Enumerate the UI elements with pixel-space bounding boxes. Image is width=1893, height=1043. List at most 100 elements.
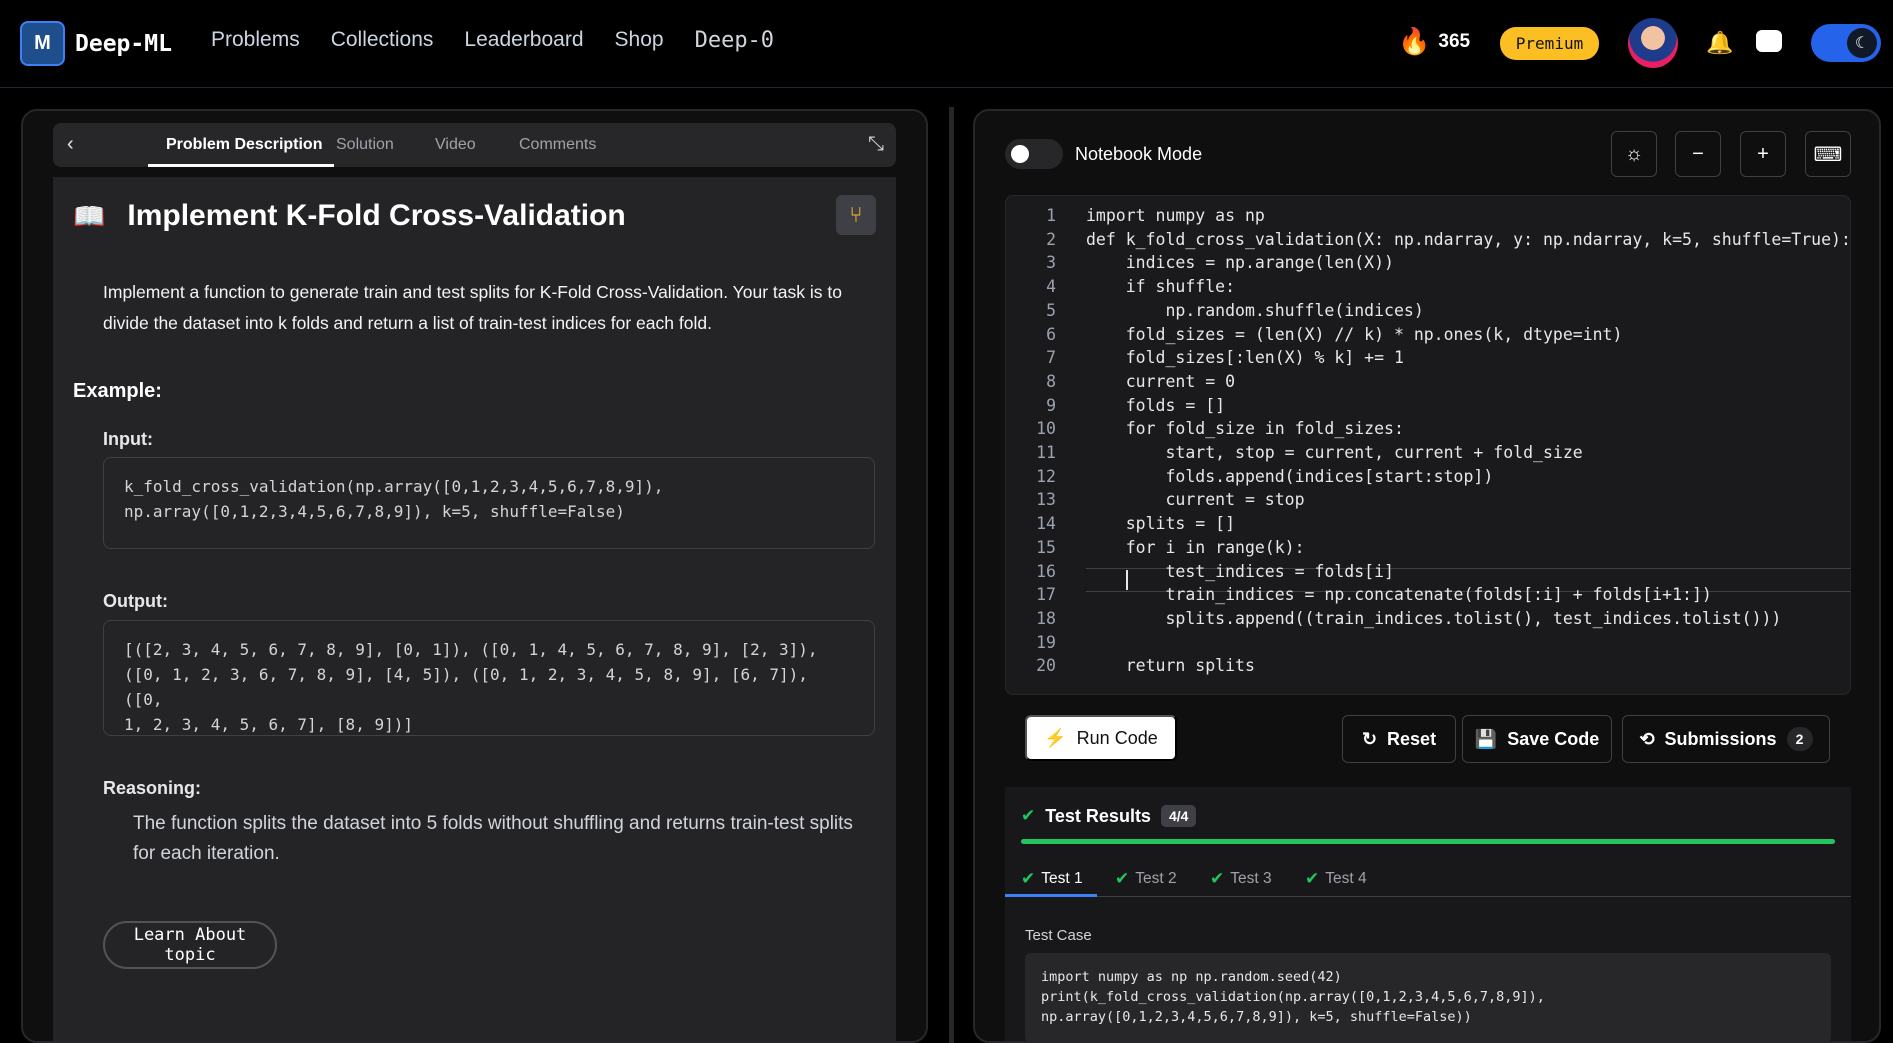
line-number: 15 (1036, 537, 1056, 557)
code-text: return splits (1086, 656, 1255, 676)
run-code-button[interactable]: ⚡ Run Code (1025, 715, 1177, 761)
nav-links: Problems Collections Leaderboard Shop De… (211, 28, 805, 53)
code-line: 11 start, stop = current, current + fold… (1006, 441, 1850, 465)
code-line: 9 folds = [] (1006, 394, 1850, 418)
keyboard-icon[interactable]: ⌨ (1805, 131, 1851, 177)
line-number: 14 (1036, 514, 1056, 534)
code-line: 17 train_indices = np.concatenate(folds[… (1006, 583, 1850, 607)
test-progress-bar (1021, 839, 1835, 844)
line-number: 8 (1046, 371, 1056, 391)
code-line: 13 current = stop (1006, 488, 1850, 512)
line-number: 2 (1046, 229, 1056, 249)
theme-toggle[interactable]: ☾ (1811, 24, 1881, 62)
line-number: 7 (1046, 348, 1056, 368)
zoom-out-icon[interactable]: − (1675, 131, 1721, 177)
tab-test-4-label: Test 4 (1325, 870, 1367, 887)
code-text: def k_fold_cross_validation(X: np.ndarra… (1086, 229, 1851, 249)
branch-icon[interactable]: ⑂ (836, 195, 876, 235)
reset-label: Reset (1387, 728, 1437, 749)
output-code: [([2, 3, 4, 5, 6, 7, 8, 9], [0, 1]), ([0… (103, 620, 875, 736)
streak-count: 365 (1438, 30, 1471, 52)
save-code-label: Save Code (1507, 728, 1600, 749)
sun-icon[interactable]: ☼ (1611, 131, 1657, 177)
line-number: 17 (1036, 585, 1056, 605)
tab-test-4[interactable]: ✔ Test 4 (1305, 869, 1367, 889)
learn-about-topic-button[interactable]: Learn About topic (103, 921, 277, 969)
code-text: fold_sizes[:len(X) % k] += 1 (1086, 348, 1404, 368)
deep-ml-logo-icon: M (20, 21, 65, 66)
tab-comments[interactable]: Comments (519, 136, 596, 154)
line-number: 3 (1046, 253, 1056, 273)
premium-button[interactable]: Premium (1500, 27, 1599, 60)
line-number: 20 (1036, 656, 1056, 676)
tab-video[interactable]: Video (435, 136, 476, 154)
history-icon: ⟲ (1639, 728, 1655, 749)
code-line: 6 fold_sizes = (len(X) // k) * np.ones(k… (1006, 323, 1850, 347)
check-icon: ✔ (1305, 869, 1320, 888)
nav-shop[interactable]: Shop (615, 28, 664, 53)
code-text: splits = [] (1086, 514, 1236, 534)
code-text: import numpy as np (1086, 206, 1265, 225)
code-text: current = 0 (1086, 371, 1236, 391)
code-line: 3 indices = np.arange(len(X)) (1006, 251, 1850, 275)
line-number: 19 (1036, 632, 1056, 652)
test-case-label: Test Case (1025, 927, 1092, 944)
save-icon: 💾 (1474, 728, 1498, 749)
tab-problem-description[interactable]: Problem Description (166, 136, 322, 154)
reset-button[interactable]: ↻ Reset (1342, 715, 1456, 763)
code-editor[interactable]: 1 import numpy as np 2 def k_fold_cross_val… (1005, 195, 1851, 695)
flame-icon: 🔥 (1398, 26, 1431, 56)
nav-deep0[interactable]: Deep-0 (695, 28, 774, 53)
run-code-label: Run Code (1076, 727, 1158, 748)
line-number: 10 (1036, 419, 1056, 439)
tab-solution[interactable]: Solution (336, 136, 394, 154)
code-line: 20 return splits (1006, 654, 1850, 678)
code-line: 18 splits.append((train_indices.tolist()… (1006, 607, 1850, 631)
test-results-header: ✔ Test Results 4/4 (1021, 805, 1197, 827)
bell-icon[interactable]: 🔔 (1706, 30, 1733, 56)
problem-panel: ‹ Problem Description Solution Video Com… (21, 109, 928, 1043)
line-number: 1 (1046, 206, 1056, 225)
code-text: np.random.shuffle(indices) (1086, 300, 1424, 320)
moon-icon: ☾ (1847, 28, 1877, 58)
check-circle-icon: ✔ (1021, 806, 1036, 825)
line-number: 16 (1036, 561, 1056, 581)
panel-divider[interactable] (949, 107, 954, 1043)
tab-test-1[interactable]: ✔ Test 1 (1021, 869, 1083, 889)
line-number: 12 (1036, 466, 1056, 486)
tab-test-3[interactable]: ✔ Test 3 (1210, 869, 1272, 889)
discord-icon[interactable] (1756, 30, 1782, 52)
code-text: folds = [] (1086, 395, 1226, 415)
nav-problems[interactable]: Problems (211, 28, 300, 53)
code-line: 5 np.random.shuffle(indices) (1006, 299, 1850, 323)
submissions-label: Submissions (1664, 728, 1777, 749)
zoom-in-icon[interactable]: + (1740, 131, 1786, 177)
back-chevron-icon[interactable]: ‹ (67, 133, 74, 156)
line-number: 5 (1046, 300, 1056, 320)
logo[interactable]: M Deep-ML (20, 21, 172, 66)
input-code: k_fold_cross_validation(np.array([0,1,2,… (103, 457, 875, 549)
avatar[interactable] (1628, 18, 1678, 68)
test-results-badge: 4/4 (1160, 805, 1197, 827)
notebook-mode-toggle[interactable] (1005, 139, 1063, 169)
nav-collections[interactable]: Collections (331, 28, 434, 53)
reasoning-label: Reasoning: (103, 778, 202, 798)
save-code-button[interactable]: 💾 Save Code (1462, 715, 1612, 763)
code-line: 12 folds.append(indices[start:stop]) (1006, 465, 1850, 489)
collapse-icon[interactable]: ⤡ (868, 133, 884, 156)
nav-leaderboard[interactable]: Leaderboard (464, 28, 583, 53)
code-text: start, stop = current, current + fold_si… (1086, 443, 1583, 462)
check-icon: ✔ (1115, 869, 1130, 888)
tab-test-2[interactable]: ✔ Test 2 (1115, 869, 1177, 889)
code-text: folds.append(indices[start:stop]) (1086, 466, 1494, 486)
problem-content: 📖 Implement K-Fold Cross-Validation ⑂ Im… (53, 177, 896, 1041)
submissions-button[interactable]: ⟲ Submissions 2 (1622, 715, 1830, 763)
check-icon: ✔ (1210, 869, 1225, 888)
code-text: indices = np.arange(len(X)) (1086, 253, 1394, 273)
code-text: test_indices = folds[i] (1086, 561, 1394, 581)
code-text: for fold_size in fold_sizes: (1086, 419, 1404, 439)
tab-underline (148, 164, 334, 167)
code-line: 4 if shuffle: (1006, 275, 1850, 299)
problem-tabs: ‹ Problem Description Solution Video Com… (53, 123, 896, 167)
